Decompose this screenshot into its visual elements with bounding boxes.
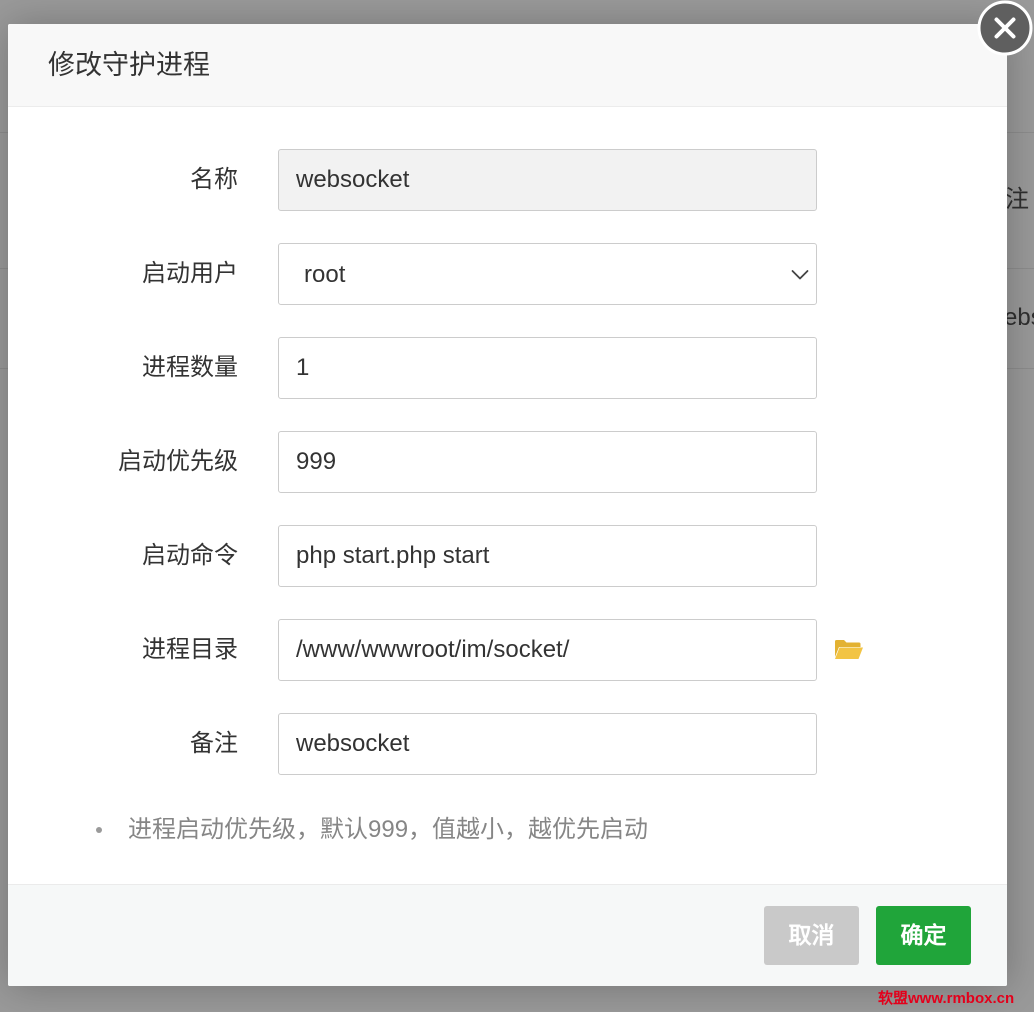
run-user-label: 启动用户 (142, 260, 238, 287)
close-icon[interactable] (977, 0, 1033, 56)
dialog-header: 修改守护进程 (8, 24, 1007, 107)
command-input[interactable] (278, 525, 817, 587)
priority-input[interactable] (278, 431, 817, 493)
watermark: 软盟www.rmbox.cn (878, 990, 1015, 1007)
process-count-label: 进程数量 (142, 354, 238, 381)
form-row-remark: 备注 (8, 713, 1007, 775)
form-row-directory: 进程目录 (8, 619, 1007, 681)
priority-label: 启动优先级 (118, 448, 238, 475)
form-row-priority: 启动优先级 (8, 431, 1007, 493)
name-input (278, 149, 817, 211)
confirm-button[interactable]: 确定 (876, 906, 971, 965)
run-user-select[interactable]: root (278, 243, 817, 305)
directory-input[interactable] (278, 619, 817, 681)
folder-open-icon[interactable] (834, 638, 864, 661)
background-cell-fragment: ebs (1007, 304, 1034, 331)
form-row-process-count: 进程数量 (8, 337, 1007, 399)
dialog-footer: 取消 确定 (8, 884, 1007, 986)
form-row-name: 名称 (8, 149, 1007, 211)
form-row-run-user: 启动用户 root (8, 243, 1007, 305)
form-row-command: 启动命令 (8, 525, 1007, 587)
dialog-title: 修改守护进程 (48, 50, 210, 80)
remark-input[interactable] (278, 713, 817, 775)
hint-bullet (96, 827, 102, 833)
background-column-header-fragment: 注 (1007, 186, 1029, 213)
name-label: 名称 (190, 166, 238, 193)
edit-daemon-dialog: 修改守护进程 名称 启动用户 root 进程数量 启动优先级 启动命令 进程目 (8, 24, 1007, 986)
cancel-button[interactable]: 取消 (764, 906, 859, 965)
hint-text: 进程启动优先级，默认999，值越小，越优先启动 (128, 816, 649, 843)
run-user-select-wrap: root (278, 243, 817, 305)
directory-label: 进程目录 (142, 636, 238, 663)
priority-hint: 进程启动优先级，默认999，值越小，越优先启动 (8, 815, 1007, 845)
process-count-input[interactable] (278, 337, 817, 399)
remark-label: 备注 (190, 730, 238, 757)
command-label: 启动命令 (142, 542, 238, 569)
